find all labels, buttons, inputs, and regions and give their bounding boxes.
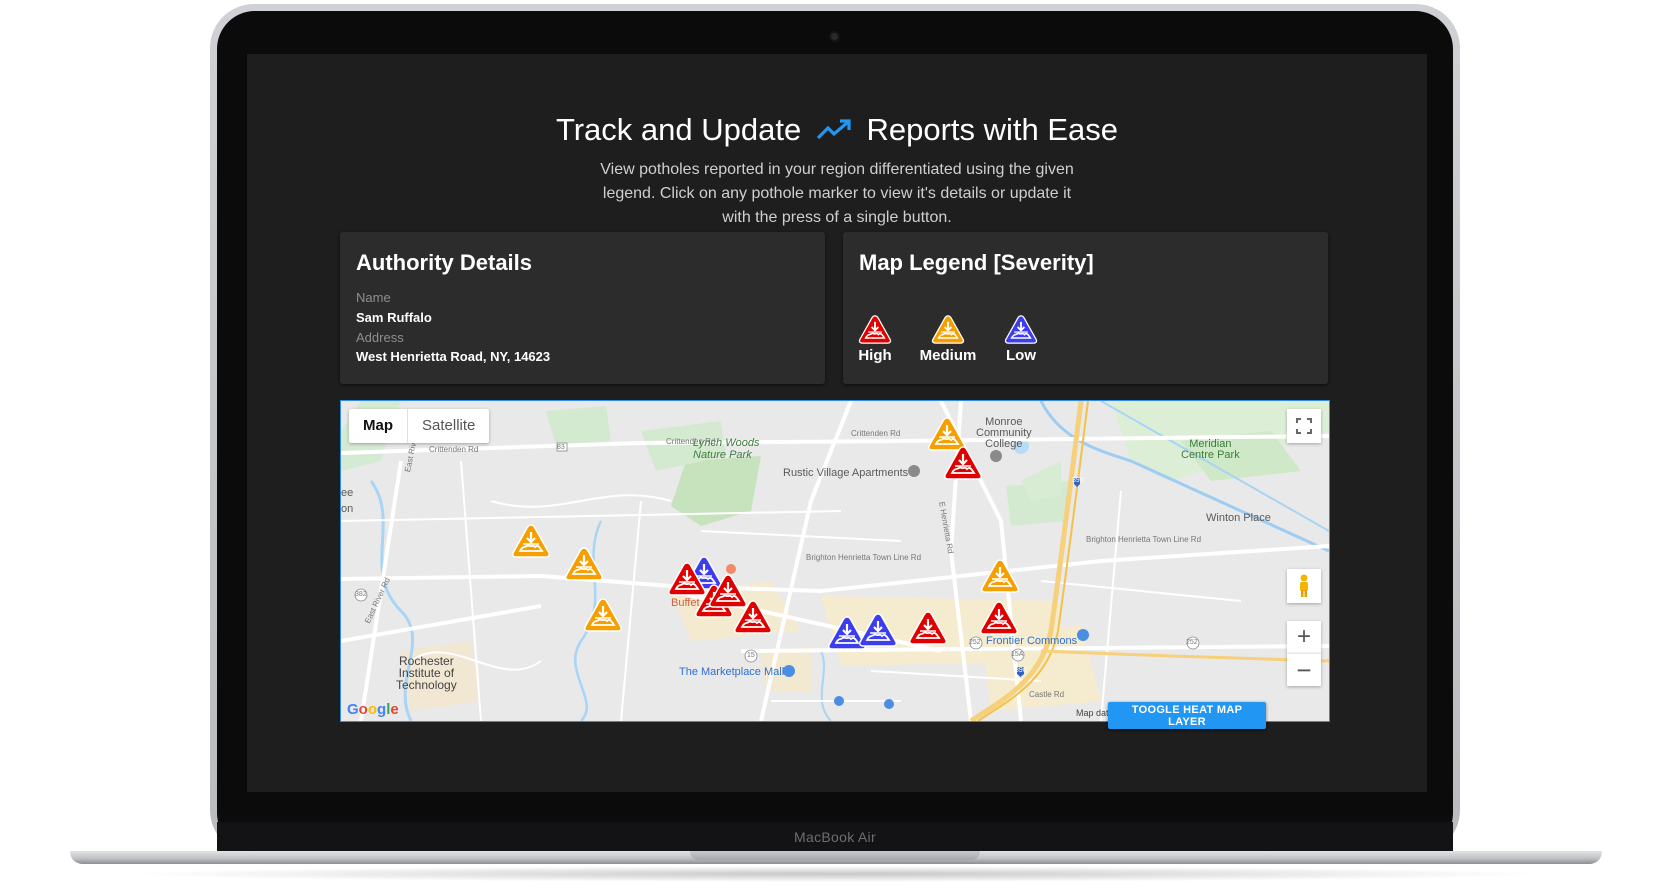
map-shield-83: 83 xyxy=(557,444,565,451)
pothole-medium-icon xyxy=(917,314,979,345)
map-label-winton: Winton Place xyxy=(1206,512,1271,524)
hero-title-part1: Track and Update xyxy=(555,112,802,147)
zoom-out-button[interactable]: − xyxy=(1287,653,1321,686)
pothole-marker-low[interactable] xyxy=(858,612,898,648)
map-label-brighton-1: Brighton Henrietta Town Line Rd xyxy=(806,553,922,562)
map-label-crittenden-1: Crittenden Rd xyxy=(429,445,479,454)
pothole-marker-high[interactable] xyxy=(708,573,748,609)
map-shield-390b: 390 xyxy=(1015,667,1027,674)
map-shield-15a: 15A xyxy=(1011,651,1024,658)
map-type-control: Map Satellite xyxy=(349,409,490,443)
pothole-marker-medium[interactable] xyxy=(980,558,1020,594)
map-label-monroe-cc: Monroe Community College xyxy=(976,416,1032,450)
map-type-satellite-button[interactable]: Satellite xyxy=(407,409,489,443)
pegman-icon xyxy=(1300,574,1308,597)
hero-title: Track and Update Reports with Ease xyxy=(247,112,1427,150)
map-label-castle-rd: Castle Rd xyxy=(1029,690,1065,699)
legend-item-medium: Medium xyxy=(917,314,979,364)
laptop-shadow xyxy=(120,866,1552,882)
map-label-edge-ee: ee xyxy=(341,487,354,499)
legend-label-low: Low xyxy=(1006,347,1036,364)
pothole-marker-medium[interactable] xyxy=(564,546,604,582)
map-label-meridian: Meridian Centre Park xyxy=(1181,438,1240,461)
hero-title-part2: Reports with Ease xyxy=(866,112,1119,147)
pothole-marker-medium[interactable] xyxy=(583,597,623,633)
laptop-notch xyxy=(690,851,980,860)
camera-icon xyxy=(831,33,838,40)
address-label: Address xyxy=(356,330,404,345)
map-shield-252: 252 xyxy=(969,639,981,646)
map-shield-252b: 252 xyxy=(1186,639,1198,646)
device-label: MacBook Air xyxy=(794,829,876,845)
map-label-crittenden-2: Crittenden Rd xyxy=(666,437,716,446)
map-shield-390a: 390 xyxy=(1072,477,1084,484)
map-shield-382: 382 xyxy=(355,591,367,598)
map-label-brighton-2: Brighton Henrietta Town Line Rd xyxy=(1086,535,1202,544)
pothole-high-icon xyxy=(855,314,895,345)
name-label: Name xyxy=(356,290,391,305)
pothole-marker-high[interactable] xyxy=(943,445,983,481)
zoom-in-button[interactable]: + xyxy=(1287,621,1321,653)
fullscreen-button[interactable] xyxy=(1287,409,1321,443)
pothole-marker-high[interactable] xyxy=(979,600,1019,636)
street-view-pegman[interactable] xyxy=(1287,569,1321,603)
pothole-marker-medium[interactable] xyxy=(511,523,551,559)
legend-label-high: High xyxy=(858,347,892,364)
map-shield-15: 15 xyxy=(747,652,755,659)
fullscreen-icon xyxy=(1296,418,1312,434)
legend-card: Map Legend [Severity] High Medium Low xyxy=(843,232,1328,384)
laptop-chin: MacBook Air xyxy=(217,822,1453,851)
map-label-crittenden-3: Crittenden Rd xyxy=(851,429,901,438)
name-value: Sam Ruffalo xyxy=(356,310,432,325)
toggle-heat-map-button[interactable]: TOOGLE HEAT MAP LAYER xyxy=(1108,702,1266,729)
google-logo: Google xyxy=(347,701,399,718)
hero-subtitle: View potholes reported in your region di… xyxy=(600,161,1074,226)
pothole-marker-high[interactable] xyxy=(908,610,948,646)
map-type-map-button[interactable]: Map xyxy=(349,409,407,443)
trending-up-icon xyxy=(816,114,852,150)
legend-item-low: Low xyxy=(1001,314,1041,364)
map-label-rit: Rochester Institute of Technology xyxy=(396,654,457,692)
screen: Track and Update Reports with Ease View … xyxy=(247,54,1427,792)
map-label-edge-on: on xyxy=(341,503,354,515)
map-label-marketplace: The Marketplace Mall xyxy=(679,666,785,678)
authority-card: Authority Details Name Sam Ruffalo Addre… xyxy=(340,232,825,384)
legend-label-medium: Medium xyxy=(919,347,977,364)
address-value: West Henrietta Road, NY, 14623 xyxy=(356,349,551,364)
legend-item-high: High xyxy=(855,314,895,364)
pothole-low-icon xyxy=(1001,314,1041,345)
map-label-rustic-village: Rustic Village Apartments xyxy=(783,467,909,479)
map-view[interactable]: Lynch Woods Nature Park Rustic Village A… xyxy=(340,400,1330,722)
authority-title: Authority Details xyxy=(356,250,533,275)
map-label-frontier: Frontier Commons xyxy=(986,635,1078,647)
legend-title: Map Legend [Severity] xyxy=(859,250,1094,275)
